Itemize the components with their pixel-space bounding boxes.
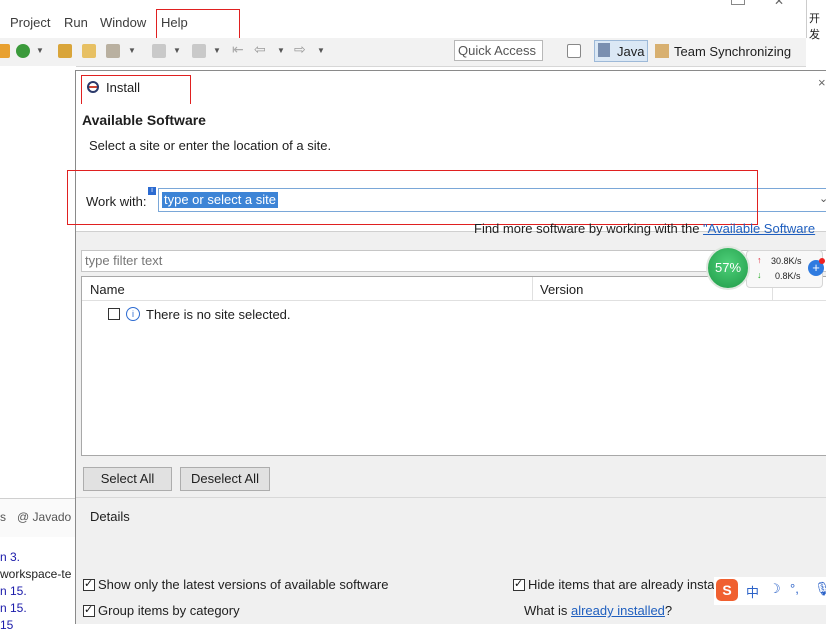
chevron-down-icon[interactable]: ▼ (173, 46, 181, 55)
dialog-titlebar: Install × (76, 71, 826, 111)
console-line: 15 (0, 618, 14, 632)
page-description: Select a site or enter the location of a… (89, 138, 332, 153)
sogou-logo-icon[interactable]: S (716, 579, 738, 601)
download-speed: 0.8K/s (775, 271, 801, 281)
left-editor-area (0, 66, 76, 623)
last-edit-icon[interactable]: ⇤ (232, 41, 244, 58)
what-is-installed-row: What is already installed? (524, 603, 672, 618)
open-perspective-icon[interactable] (567, 44, 581, 58)
folder-icon[interactable] (82, 44, 96, 58)
notification-dot-icon (819, 258, 825, 264)
perspective-java[interactable]: Java (594, 40, 648, 62)
pen-icon[interactable] (106, 44, 120, 58)
column-divider[interactable] (532, 277, 533, 300)
group-by-category-label: Group items by category (98, 603, 240, 618)
background-window-text: 开发 (809, 13, 820, 41)
quick-access-input[interactable]: Quick Access (454, 40, 543, 61)
perspective-team-sync[interactable]: Team Synchronizing (655, 42, 805, 62)
bottom-view-tabs: s @ Javado (0, 498, 76, 537)
chevron-down-icon[interactable]: ▼ (128, 46, 136, 55)
close-icon[interactable]: × (818, 75, 826, 90)
table-row: i There is no site selected. (108, 306, 508, 324)
install-dialog: Install × Available Software Select a si… (67, 70, 826, 624)
back-arrow-icon[interactable]: ⇦ (254, 41, 266, 58)
menu-project[interactable]: Project (10, 15, 50, 30)
network-speed-widget[interactable]: ↑ 30.8K/s ↓ 0.8K/s 57% + (706, 246, 826, 292)
info-icon: i (126, 307, 140, 321)
details-label: Details (90, 509, 130, 524)
column-name[interactable]: Name (90, 282, 125, 297)
console-line: n 15. (0, 601, 27, 615)
background-window-edge: 开发 (806, 0, 826, 41)
already-installed-link[interactable]: already installed (571, 603, 665, 618)
separator (76, 497, 826, 498)
find-more-text: Find more software by working with the (474, 221, 704, 236)
gear-icon[interactable] (0, 44, 10, 58)
help-highlight-box (156, 9, 240, 39)
annotation-icon[interactable] (152, 44, 166, 58)
console-line: workspace-te (0, 567, 72, 581)
upload-arrow-icon: ↑ (757, 255, 762, 265)
menu-run[interactable]: Run (64, 15, 88, 30)
javadoc-tab[interactable]: @ Javado (17, 510, 71, 524)
page-title: Available Software (82, 112, 206, 128)
empty-message: There is no site selected. (146, 307, 291, 322)
group-by-category-checkbox[interactable] (83, 603, 95, 617)
memory-usage-gauge: 57% (706, 246, 750, 290)
view-tab-fragment[interactable]: s (0, 510, 6, 524)
open-folder-icon[interactable] (58, 44, 72, 58)
upload-speed: 30.8K/s (771, 256, 802, 266)
column-version[interactable]: Version (540, 282, 583, 297)
ime-toolbar: S 中 ☽ °, 🎙 (714, 577, 826, 605)
find-more-row: Find more software by working with the "… (474, 221, 815, 236)
next-annotation-icon[interactable] (192, 44, 206, 58)
chevron-down-icon[interactable]: ⌄ (819, 192, 826, 205)
what-is-suffix: ? (664, 603, 673, 618)
menu-window[interactable]: Window (100, 15, 146, 30)
forward-arrow-icon[interactable]: ⇨ (294, 41, 306, 58)
chevron-down-icon[interactable]: ▼ (213, 46, 221, 55)
moon-icon[interactable]: ☽ (769, 581, 781, 597)
download-arrow-icon: ↓ (757, 270, 762, 280)
work-with-highlight-box (67, 170, 758, 225)
maximize-icon[interactable] (731, 0, 745, 5)
chevron-down-icon[interactable]: ▼ (36, 46, 44, 55)
punctuation-icon[interactable]: °, (790, 581, 799, 596)
available-software-sites-link[interactable]: "Available Software (703, 221, 815, 236)
row-checkbox[interactable] (108, 308, 120, 320)
menubar: Project Run Window Help ✕ (0, 0, 806, 39)
close-window-icon[interactable]: ✕ (774, 0, 784, 8)
hide-installed-label: Hide items that are already insta (528, 577, 715, 592)
chevron-down-icon[interactable]: ▼ (277, 46, 285, 55)
console-line: n 3. (0, 550, 21, 564)
software-table: Name Version i There is no site selected… (81, 276, 826, 456)
show-latest-label: Show only the latest versions of availab… (98, 577, 389, 592)
perspective-team-label: Team Synchronizing (674, 44, 792, 59)
refresh-icon[interactable] (16, 44, 30, 58)
what-is-text: What is (524, 603, 571, 618)
chevron-down-icon[interactable]: ▼ (317, 46, 325, 55)
perspective-java-label: Java (617, 44, 645, 59)
show-latest-checkbox[interactable] (83, 577, 95, 591)
ime-mode-toggle[interactable]: 中 (746, 582, 759, 601)
java-perspective-icon (598, 43, 610, 57)
deselect-all-button[interactable]: Deselect All (180, 467, 270, 491)
microphone-icon[interactable]: 🎙 (814, 581, 826, 597)
team-sync-icon (655, 44, 669, 58)
console-line: n 15. (0, 584, 27, 598)
hide-installed-checkbox[interactable] (513, 577, 525, 591)
select-all-button[interactable]: Select All (83, 467, 172, 491)
